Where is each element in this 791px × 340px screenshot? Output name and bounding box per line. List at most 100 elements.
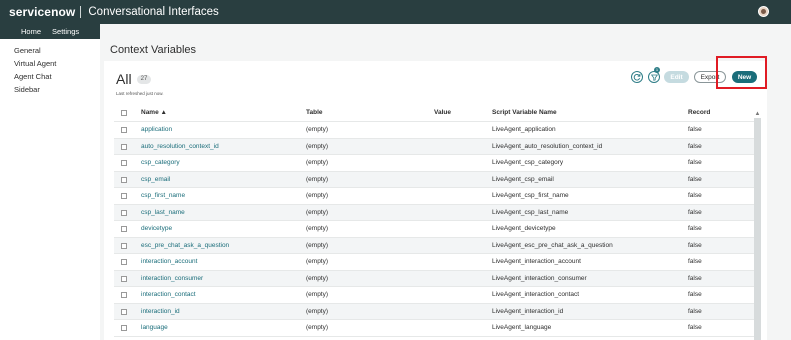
- row-checkbox[interactable]: [121, 308, 127, 315]
- table-row[interactable]: auto_resolution_context_id (empty) LiveAge…: [114, 138, 757, 155]
- column-header-value[interactable]: Value: [434, 105, 451, 121]
- row-table: (empty): [306, 192, 329, 199]
- row-script-variable-name: LiveAgent_interaction_id: [492, 307, 564, 315]
- row-record: false: [688, 307, 702, 315]
- row-name-link[interactable]: auto_resolution_context_id: [141, 139, 219, 155]
- column-header-script-variable-name[interactable]: Script Variable Name: [492, 105, 557, 121]
- row-table: (empty): [306, 307, 329, 315]
- brand-divider: [80, 6, 82, 18]
- row-name-link[interactable]: interaction_account: [141, 254, 197, 270]
- column-header-table[interactable]: Table: [306, 105, 323, 121]
- page-title: Context Variables: [110, 44, 197, 56]
- row-checkbox[interactable]: [121, 143, 127, 150]
- row-checkbox[interactable]: [121, 176, 127, 183]
- table-row[interactable]: esc_pre_chat_ask_a_question (empty) LiveAg…: [114, 237, 757, 254]
- row-checkbox[interactable]: [121, 292, 127, 298]
- sidebar-item-sidebar[interactable]: Sidebar: [0, 83, 100, 96]
- row-table: (empty): [306, 159, 329, 166]
- row-record: false: [688, 142, 702, 150]
- servicenow-logo[interactable]: servicenow: [9, 5, 75, 19]
- row-script-variable-name: LiveAgent_interaction_consumer: [492, 274, 587, 282]
- row-script-variable-name: LiveAgent_language: [492, 324, 552, 331]
- list-card: All 27 Last refreshed just now. 1 Edit E…: [104, 61, 767, 340]
- table-row[interactable]: language (empty) LiveAgent_language false: [114, 320, 757, 337]
- row-record: false: [688, 258, 702, 265]
- row-checkbox[interactable]: [121, 209, 127, 216]
- select-all-checkbox[interactable]: [121, 110, 127, 116]
- row-table: (empty): [306, 274, 329, 282]
- row-script-variable-name: LiveAgent_interaction_account: [492, 258, 581, 265]
- row-record: false: [688, 208, 702, 216]
- row-checkbox[interactable]: [121, 160, 127, 166]
- sidebar-item-agent-chat[interactable]: Agent Chat: [0, 70, 100, 83]
- sidebar-item-virtual-agent[interactable]: Virtual Agent: [0, 57, 100, 70]
- table-header-row: Name ▲ Table Value Script Variable Name …: [114, 105, 757, 122]
- row-table: (empty): [306, 291, 329, 298]
- row-name-link[interactable]: csp_last_name: [141, 205, 185, 221]
- row-name-link[interactable]: csp_category: [141, 155, 180, 171]
- row-table: (empty): [306, 241, 329, 249]
- row-record: false: [688, 192, 702, 199]
- filter-count-badge: 1: [654, 67, 660, 73]
- sidebar-item-general[interactable]: General: [0, 44, 100, 57]
- row-table: (empty): [306, 208, 329, 216]
- main-content: Context Variables All 27 Last refreshed …: [100, 24, 791, 340]
- app-title: Conversational Interfaces: [88, 6, 219, 18]
- row-name-link[interactable]: interaction_contact: [141, 287, 196, 303]
- row-script-variable-name: LiveAgent_csp_email: [492, 175, 554, 183]
- row-script-variable-name: LiveAgent_auto_resolution_context_id: [492, 142, 603, 150]
- table-row[interactable]: csp_category (empty) LiveAgent_csp_categor…: [114, 155, 757, 172]
- tab-settings[interactable]: Settings: [52, 27, 79, 36]
- row-script-variable-name: LiveAgent_application: [492, 126, 556, 133]
- filter-icon[interactable]: [648, 71, 660, 83]
- highlight-annotation: [716, 56, 767, 89]
- user-avatar[interactable]: [758, 6, 769, 17]
- last-refreshed-text: Last refreshed just now.: [116, 91, 164, 96]
- row-checkbox[interactable]: [121, 242, 127, 249]
- row-script-variable-name: LiveAgent_devicetype: [492, 225, 556, 232]
- table-row[interactable]: csp_email (empty) LiveAgent_csp_email false: [114, 171, 757, 188]
- column-header-record[interactable]: Record: [688, 105, 710, 121]
- table-row[interactable]: csp_first_name (empty) LiveAgent_csp_first…: [114, 188, 757, 205]
- row-name-link[interactable]: application: [141, 122, 172, 138]
- edit-button[interactable]: Edit: [664, 71, 689, 83]
- row-name-link[interactable]: csp_email: [141, 172, 170, 188]
- row-script-variable-name: LiveAgent_interaction_contact: [492, 291, 580, 298]
- refresh-icon[interactable]: [631, 71, 643, 83]
- row-name-link[interactable]: devicetype: [141, 221, 172, 237]
- row-checkbox[interactable]: [121, 275, 127, 282]
- row-checkbox[interactable]: [121, 325, 127, 331]
- record-count-badge: 27: [137, 75, 151, 84]
- row-script-variable-name: LiveAgent_esc_pre_chat_ask_a_question: [492, 241, 613, 249]
- row-checkbox[interactable]: [121, 127, 127, 133]
- row-table: (empty): [306, 258, 329, 265]
- row-checkbox[interactable]: [121, 259, 127, 265]
- row-checkbox[interactable]: [121, 226, 127, 232]
- table-row[interactable]: application (empty) LiveAgent_application f…: [114, 122, 757, 139]
- scrollbar[interactable]: [754, 118, 761, 340]
- row-table: (empty): [306, 324, 329, 331]
- row-table: (empty): [306, 126, 329, 133]
- row-name-link[interactable]: interaction_id: [141, 304, 180, 320]
- table-row[interactable]: csp_last_name (empty) LiveAgent_csp_last_n…: [114, 204, 757, 221]
- table-row[interactable]: interaction_consumer (empty) LiveAgent_int…: [114, 270, 757, 287]
- column-header-name[interactable]: Name ▲: [141, 105, 167, 121]
- nav-bar: Home Settings: [0, 24, 100, 39]
- list-title: All: [116, 71, 132, 87]
- row-record: false: [688, 324, 702, 331]
- table-row[interactable]: interaction_contact (empty) LiveAgent_inte…: [114, 287, 757, 304]
- row-script-variable-name: LiveAgent_csp_first_name: [492, 192, 569, 199]
- scroll-up-arrow-icon[interactable]: ▲: [754, 110, 761, 118]
- row-name-link[interactable]: interaction_consumer: [141, 271, 203, 287]
- table-row[interactable]: devicetype (empty) LiveAgent_devicetype fal…: [114, 221, 757, 238]
- tab-home[interactable]: Home: [21, 27, 41, 36]
- row-name-link[interactable]: esc_pre_chat_ask_a_question: [141, 238, 229, 254]
- row-name-link[interactable]: csp_first_name: [141, 188, 185, 204]
- row-script-variable-name: LiveAgent_csp_last_name: [492, 208, 569, 216]
- table-row[interactable]: interaction_account (empty) LiveAgent_inte…: [114, 254, 757, 271]
- row-name-link[interactable]: language: [141, 320, 168, 336]
- table-row[interactable]: interaction_id (empty) LiveAgent_interacti…: [114, 303, 757, 320]
- row-record: false: [688, 291, 702, 298]
- row-checkbox[interactable]: [121, 193, 127, 199]
- sidebar: General Virtual Agent Agent Chat Sidebar: [0, 40, 100, 340]
